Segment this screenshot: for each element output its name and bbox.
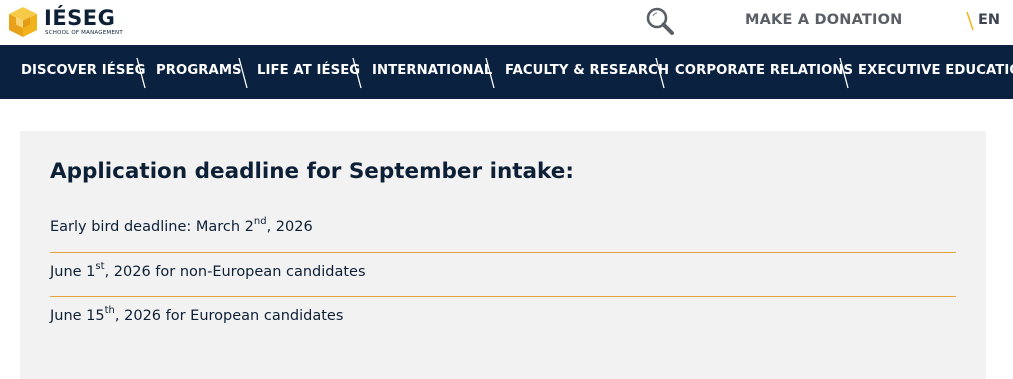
deadline-text: , 2026 (266, 219, 313, 235)
row-divider (50, 252, 956, 253)
language-selector[interactable]: EN (978, 12, 1000, 28)
deadline-text: June 15 (50, 308, 105, 324)
deadline-european: June 15th, 2026 for European candidates (50, 305, 956, 324)
nav-item-discover[interactable]: DISCOVER IÉSEG (21, 63, 146, 78)
deadline-non-european: June 1st, 2026 for non-European candidat… (50, 261, 956, 280)
ordinal-suffix: th (104, 305, 115, 317)
nav-separator (352, 57, 362, 89)
school-logo[interactable]: IÉSEG SCHOOL OF MANAGEMENT (6, 5, 136, 39)
ordinal-suffix: nd (253, 216, 267, 228)
nav-item-international[interactable]: INTERNATIONAL (372, 63, 492, 78)
nav-item-life-at-ieseg[interactable]: LIFE AT IÉSEG (257, 63, 360, 78)
nav-separator (136, 57, 146, 89)
nav-item-corporate-relations[interactable]: CORPORATE RELATIONS (675, 63, 853, 78)
logo-cube-icon (9, 7, 37, 37)
deadline-text: Early bird deadline: March 2 (50, 219, 254, 235)
search-icon[interactable] (645, 6, 675, 36)
main-navigation: DISCOVER IÉSEG PROGRAMS LIFE AT IÉSEG IN… (0, 45, 1013, 99)
make-donation-link[interactable]: MAKE A DONATION (745, 12, 902, 28)
card-title: Application deadline for September intak… (50, 159, 574, 184)
nav-item-faculty-research[interactable]: FACULTY & RESEARCH (505, 63, 669, 78)
language-separator (966, 11, 974, 31)
nav-separator (238, 57, 248, 89)
nav-separator (485, 57, 495, 89)
deadline-text: June 1 (50, 264, 96, 280)
top-bar: IÉSEG SCHOOL OF MANAGEMENT MAKE A DONATI… (0, 0, 1013, 45)
row-divider (50, 296, 956, 297)
deadline-text: , 2026 for non-European candidates (104, 264, 366, 280)
nav-item-executive-education[interactable]: EXECUTIVE EDUCATION (858, 63, 1013, 78)
application-deadline-card: Application deadline for September intak… (20, 131, 986, 379)
nav-separator (655, 57, 665, 89)
nav-item-programs[interactable]: PROGRAMS (156, 63, 242, 78)
logo-wordmark: IÉSEG (44, 6, 116, 30)
nav-separator (839, 57, 849, 89)
deadline-text: , 2026 for European candidates (114, 308, 344, 324)
deadline-early-bird: Early bird deadline: March 2nd, 2026 (50, 216, 956, 235)
ordinal-suffix: st (95, 261, 105, 273)
logo-tagline: SCHOOL OF MANAGEMENT (45, 30, 123, 36)
